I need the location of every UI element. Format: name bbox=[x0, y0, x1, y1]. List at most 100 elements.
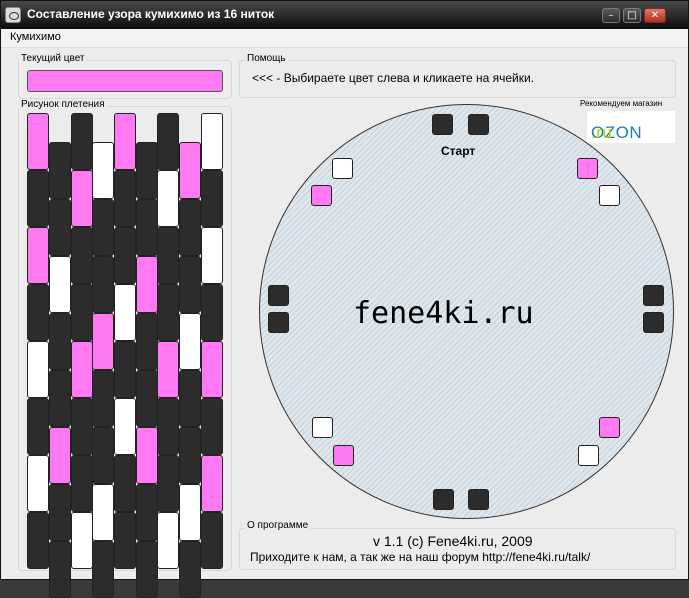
pattern-cell[interactable] bbox=[136, 484, 158, 541]
pattern-cell[interactable] bbox=[49, 484, 71, 541]
pattern-cell[interactable] bbox=[201, 170, 223, 227]
pattern-cell[interactable] bbox=[136, 370, 158, 427]
disk-slot[interactable] bbox=[268, 312, 289, 333]
pattern-cell[interactable] bbox=[201, 284, 223, 341]
pattern-column bbox=[157, 113, 179, 571]
pattern-cell[interactable] bbox=[114, 455, 136, 512]
pattern-cell[interactable] bbox=[157, 170, 179, 227]
disk-slot[interactable] bbox=[468, 489, 489, 510]
pattern-cell[interactable] bbox=[27, 170, 49, 227]
start-label: Старт bbox=[441, 144, 476, 158]
pattern-cell[interactable] bbox=[49, 541, 71, 598]
pattern-cell[interactable] bbox=[114, 113, 136, 170]
pattern-cell[interactable] bbox=[157, 113, 179, 170]
title-bar[interactable]: Составление узора кумихимо из 16 ниток –… bbox=[1, 1, 688, 29]
pattern-cell[interactable] bbox=[157, 455, 179, 512]
pattern-cell[interactable] bbox=[71, 341, 93, 398]
pattern-cell[interactable] bbox=[136, 541, 158, 598]
disk-slot[interactable] bbox=[432, 114, 453, 135]
pattern-cell[interactable] bbox=[27, 341, 49, 398]
pattern-cell[interactable] bbox=[179, 313, 201, 370]
pattern-cell[interactable] bbox=[27, 398, 49, 455]
disk-slot[interactable] bbox=[332, 158, 353, 179]
pattern-cell[interactable] bbox=[114, 227, 136, 284]
pattern-cell[interactable] bbox=[179, 199, 201, 256]
pattern-cell[interactable] bbox=[114, 170, 136, 227]
pattern-cell[interactable] bbox=[201, 455, 223, 512]
pattern-cell[interactable] bbox=[27, 455, 49, 512]
pattern-cell[interactable] bbox=[71, 170, 93, 227]
pattern-cell[interactable] bbox=[201, 398, 223, 455]
pattern-cell[interactable] bbox=[157, 227, 179, 284]
pattern-cell[interactable] bbox=[49, 199, 71, 256]
pattern-cell[interactable] bbox=[49, 256, 71, 313]
pattern-cell[interactable] bbox=[92, 313, 114, 370]
pattern-cell[interactable] bbox=[71, 113, 93, 170]
pattern-cell[interactable] bbox=[114, 341, 136, 398]
pattern-cell[interactable] bbox=[157, 512, 179, 569]
pattern-cell[interactable] bbox=[49, 427, 71, 484]
pattern-cell[interactable] bbox=[157, 341, 179, 398]
disk-slot[interactable] bbox=[468, 114, 489, 135]
pattern-cell[interactable] bbox=[71, 512, 93, 569]
disk-slot[interactable] bbox=[333, 445, 354, 466]
pattern-cell[interactable] bbox=[92, 256, 114, 313]
pattern-cell[interactable] bbox=[49, 313, 71, 370]
pattern-cell[interactable] bbox=[27, 284, 49, 341]
pattern-cell[interactable] bbox=[114, 512, 136, 569]
disk-slot[interactable] bbox=[268, 285, 289, 306]
pattern-cell[interactable] bbox=[92, 541, 114, 598]
pattern-cell[interactable] bbox=[179, 541, 201, 598]
pattern-cell[interactable] bbox=[201, 341, 223, 398]
app-icon[interactable] bbox=[5, 7, 21, 23]
pattern-cell[interactable] bbox=[201, 512, 223, 569]
pattern-cell[interactable] bbox=[179, 484, 201, 541]
pattern-cell[interactable] bbox=[49, 370, 71, 427]
pattern-cell[interactable] bbox=[27, 227, 49, 284]
pattern-cell[interactable] bbox=[136, 313, 158, 370]
pattern-cell[interactable] bbox=[114, 398, 136, 455]
pattern-cell[interactable] bbox=[114, 284, 136, 341]
pattern-cell[interactable] bbox=[92, 199, 114, 256]
disk-slot[interactable] bbox=[643, 285, 664, 306]
disk-slot[interactable] bbox=[577, 158, 598, 179]
disk-slot[interactable] bbox=[599, 185, 620, 206]
pattern-column bbox=[201, 113, 223, 571]
close-button[interactable]: ✕ bbox=[644, 8, 666, 23]
pattern-cell[interactable] bbox=[71, 284, 93, 341]
pattern-cell[interactable] bbox=[179, 427, 201, 484]
disk-slot[interactable] bbox=[433, 489, 454, 510]
pattern-cell[interactable] bbox=[157, 284, 179, 341]
pattern-cell[interactable] bbox=[179, 256, 201, 313]
pattern-cell[interactable] bbox=[92, 427, 114, 484]
pattern-cell[interactable] bbox=[27, 113, 49, 170]
version-text: v 1.1 (c) Fene4ki.ru, 2009 bbox=[373, 533, 533, 549]
pattern-cell[interactable] bbox=[71, 398, 93, 455]
pattern-cell[interactable] bbox=[157, 398, 179, 455]
pattern-cell[interactable] bbox=[136, 256, 158, 313]
current-color-swatch[interactable] bbox=[27, 70, 223, 92]
pattern-cell[interactable] bbox=[27, 512, 49, 569]
disk-slot[interactable] bbox=[312, 417, 333, 438]
pattern-cell[interactable] bbox=[92, 484, 114, 541]
pattern-cell[interactable] bbox=[179, 142, 201, 199]
pattern-cell[interactable] bbox=[201, 227, 223, 284]
pattern-cell[interactable] bbox=[71, 227, 93, 284]
pattern-cell[interactable] bbox=[136, 199, 158, 256]
disk-slot[interactable] bbox=[643, 312, 664, 333]
maximize-button[interactable]: □ bbox=[623, 8, 641, 23]
menu-kumihimo[interactable]: Кумихимо bbox=[10, 31, 61, 43]
pattern-cell[interactable] bbox=[136, 427, 158, 484]
ozon-logo[interactable]: OZON .ru bbox=[587, 111, 675, 143]
pattern-cell[interactable] bbox=[179, 370, 201, 427]
disk-slot[interactable] bbox=[578, 445, 599, 466]
pattern-cell[interactable] bbox=[201, 113, 223, 170]
pattern-cell[interactable] bbox=[71, 455, 93, 512]
disk-slot[interactable] bbox=[599, 417, 620, 438]
pattern-cell[interactable] bbox=[49, 142, 71, 199]
minimize-button[interactable]: – bbox=[602, 8, 620, 23]
pattern-cell[interactable] bbox=[92, 142, 114, 199]
pattern-cell[interactable] bbox=[136, 142, 158, 199]
disk-slot[interactable] bbox=[311, 185, 332, 206]
pattern-cell[interactable] bbox=[92, 370, 114, 427]
